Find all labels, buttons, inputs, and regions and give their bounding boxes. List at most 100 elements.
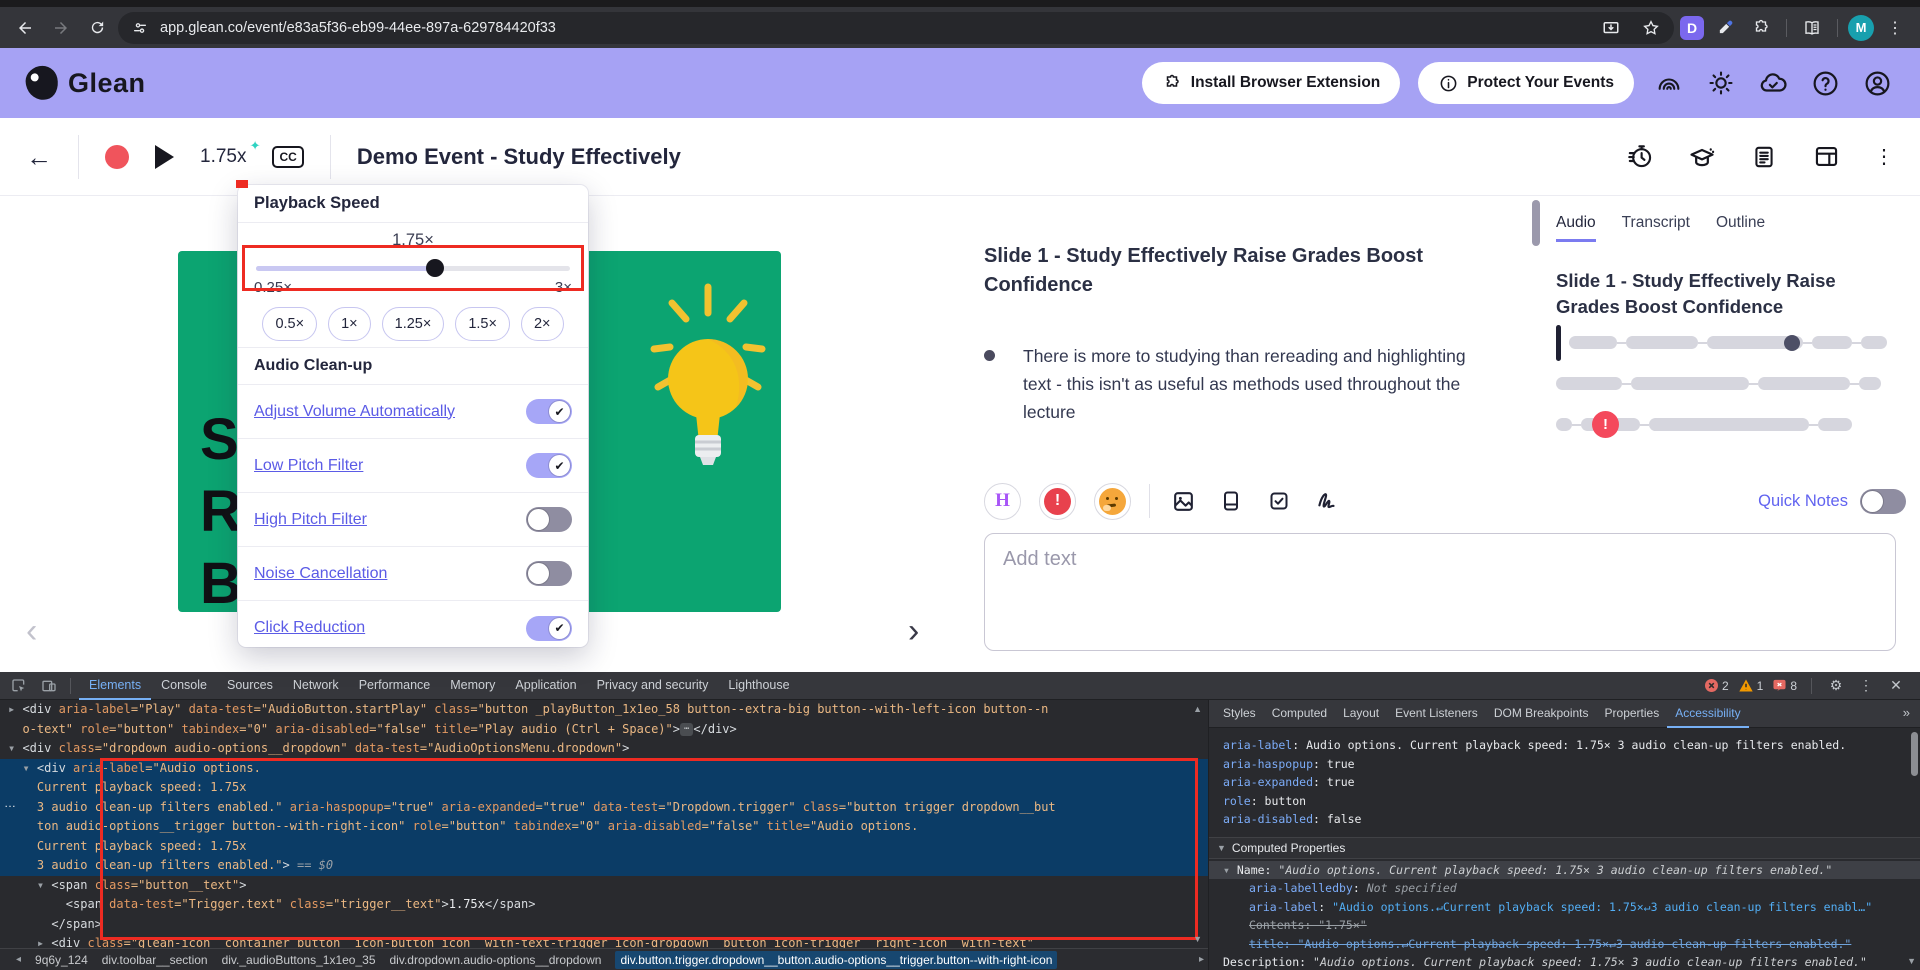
notes-scrollbar-thumb[interactable]	[1532, 200, 1540, 246]
waveform-marker-dot[interactable]	[1784, 335, 1800, 351]
layout-panel-icon[interactable]	[1812, 143, 1840, 171]
url-text[interactable]: app.glean.co/event/e83a5f36-eb99-44ee-89…	[160, 20, 1586, 36]
waveform-row[interactable]	[1556, 336, 1886, 350]
cleanup-toggle[interactable]: ✔	[526, 507, 572, 532]
breadcrumb-item[interactable]: div.toolbar__section	[102, 953, 208, 967]
devtools-settings-icon[interactable]: ⚙	[1826, 677, 1846, 694]
scroll-down-arrow[interactable]: ▼	[1193, 934, 1202, 944]
install-app-icon[interactable]	[1596, 13, 1626, 43]
warning-badge[interactable]: 1	[1739, 679, 1764, 693]
inspector-tab[interactable]: Layout	[1335, 700, 1387, 728]
event-back-button[interactable]: ←	[26, 144, 52, 170]
dom-tree-line[interactable]: ▸ <div aria-label="Play" data-test="Audi…	[0, 700, 1208, 720]
devtools-tab[interactable]: Privacy and security	[587, 672, 719, 700]
glean-logo[interactable]: Glean	[26, 66, 146, 100]
cleanup-toggle[interactable]: ✔	[526, 616, 572, 641]
devtools-close-icon[interactable]: ✕	[1886, 677, 1906, 694]
review-note-button[interactable]	[1094, 483, 1131, 520]
dom-tree-line[interactable]: o-text" role="button" tabindex="0" aria-…	[0, 720, 1208, 740]
inspector-tab[interactable]: DOM Breakpoints	[1486, 700, 1597, 728]
breadcrumb-item[interactable]: 9q6y_124	[35, 953, 88, 967]
waveform-row[interactable]: !	[1556, 418, 1886, 432]
breadcrumb-item[interactable]: div.dropdown.audio-options__dropdown	[390, 953, 602, 967]
aria-attribute-row[interactable]: aria-haspopup: true	[1209, 755, 1920, 774]
cleanup-toggle-label[interactable]: High Pitch Filter	[254, 511, 367, 529]
dom-tree-line[interactable]: ▾ <div class="dropdown audio-options__dr…	[0, 739, 1208, 759]
bookmark-star-icon[interactable]	[1636, 13, 1666, 43]
breadcrumb-left-arrow[interactable]: ◂	[16, 954, 21, 965]
devtools-tab[interactable]: Memory	[440, 672, 505, 700]
cleanup-toggle-label[interactable]: Adjust Volume Automatically	[254, 403, 455, 421]
waveform-alert-badge[interactable]: !	[1592, 411, 1619, 438]
browser-forward-icon[interactable]	[46, 13, 76, 43]
gutter-more-icon[interactable]: …	[4, 796, 16, 810]
cloud-sync-icon[interactable]	[1756, 66, 1790, 100]
dom-tree-line[interactable]: <span data-test="Trigger.text" class="tr…	[0, 895, 1208, 915]
inspector-tab[interactable]: Computed	[1264, 700, 1335, 728]
account-icon[interactable]	[1860, 66, 1894, 100]
speed-preset-button[interactable]: 0.5×	[262, 307, 317, 341]
waveform-row[interactable]	[1556, 377, 1886, 391]
scribble-button[interactable]	[1312, 486, 1342, 516]
audio-options-trigger[interactable]: 1.75x ✦	[200, 146, 246, 168]
event-menu-icon[interactable]: ⋮	[1874, 144, 1894, 169]
sidebar-tab[interactable]: Outline	[1716, 214, 1765, 242]
breadcrumb-right-arrow[interactable]: ▸	[1199, 954, 1204, 965]
rainbow-icon[interactable]	[1652, 66, 1686, 100]
computed-property-row[interactable]: aria-labelledby: Not specified	[1209, 879, 1920, 898]
dom-tree-line[interactable]: ▾ <div aria-label="Audio options.	[0, 759, 1208, 779]
scroll-down-arrow[interactable]: ▼	[1907, 956, 1916, 966]
speed-preset-button[interactable]: 2×	[521, 307, 564, 341]
cleanup-toggle[interactable]: ✔	[526, 561, 572, 586]
quick-notes-toggle[interactable]: ✔	[1860, 489, 1906, 514]
cleanup-toggle[interactable]: ✔	[526, 453, 572, 478]
inspect-element-icon[interactable]	[6, 675, 32, 697]
devtools-menu-icon[interactable]: ⋮	[1856, 677, 1876, 694]
error-badge[interactable]: 2	[1705, 679, 1729, 693]
slider-thumb[interactable]	[426, 259, 444, 277]
speed-preset-button[interactable]: 1×	[328, 307, 371, 341]
devtools-tab[interactable]: Performance	[349, 672, 441, 700]
computed-properties-header[interactable]: ▼ Computed Properties	[1209, 837, 1920, 859]
playhead-cursor[interactable]	[1556, 325, 1561, 361]
speed-slider[interactable]	[256, 259, 570, 277]
browser-profile-avatar[interactable]: M	[1848, 15, 1874, 41]
browser-back-icon[interactable]	[10, 13, 40, 43]
devtools-tab[interactable]: Sources	[217, 672, 283, 700]
insert-image-button[interactable]	[1168, 486, 1198, 516]
cleanup-toggle-label[interactable]: Low Pitch Filter	[254, 457, 363, 475]
browser-menu-icon[interactable]: ⋮	[1880, 13, 1910, 43]
inspector-tab[interactable]: Event Listeners	[1387, 700, 1486, 728]
dom-tree-line[interactable]: 3 audio clean-up filters enabled."> == $…	[0, 856, 1208, 876]
devtools-tab[interactable]: Application	[505, 672, 586, 700]
dom-tree-line[interactable]: 3 audio clean-up filters enabled." aria-…	[0, 798, 1208, 818]
inspector-tab[interactable]: Accessibility	[1667, 700, 1748, 728]
inspector-tab[interactable]: Styles	[1215, 700, 1264, 728]
aria-attribute-row[interactable]: role: button	[1209, 792, 1920, 811]
devtools-tab[interactable]: Lighthouse	[718, 672, 799, 700]
eyedropper-extension-icon[interactable]	[1710, 13, 1740, 43]
speed-preset-button[interactable]: 1.25×	[382, 307, 445, 341]
issues-badge[interactable]: 8	[1773, 679, 1797, 693]
computed-property-row[interactable]: title: "Audio options.↵Current playback …	[1209, 935, 1920, 954]
more-tabs-icon[interactable]: »	[1903, 705, 1910, 720]
aria-attribute-row[interactable]: aria-expanded: true	[1209, 773, 1920, 792]
note-text-input[interactable]	[984, 533, 1896, 651]
devtools-tab[interactable]: Network	[283, 672, 349, 700]
aria-attribute-row[interactable]: aria-label: Audio options. Current playb…	[1209, 736, 1920, 755]
play-button[interactable]	[155, 145, 174, 169]
computed-property-row[interactable]: Contents: "1.75×"	[1209, 916, 1920, 935]
closed-captions-button[interactable]: CC	[272, 146, 303, 168]
inspector-scrollbar-thumb[interactable]	[1911, 732, 1918, 776]
extensions-puzzle-icon[interactable]	[1746, 13, 1776, 43]
scroll-up-arrow[interactable]: ▲	[1193, 704, 1202, 714]
devtools-tab[interactable]: Elements	[79, 672, 151, 700]
aria-attribute-row[interactable]: aria-disabled: false	[1209, 810, 1920, 829]
site-settings-icon[interactable]	[130, 18, 150, 38]
dom-tree-line[interactable]: ton audio-options__trigger button--with-…	[0, 817, 1208, 837]
sidebar-tab[interactable]: Transcript	[1622, 214, 1690, 242]
extension-d-icon[interactable]: D	[1680, 16, 1704, 40]
notes-document-icon[interactable]	[1750, 143, 1778, 171]
graduation-cap-icon[interactable]	[1688, 143, 1716, 171]
cleanup-toggle-label[interactable]: Click Reduction	[254, 619, 365, 637]
